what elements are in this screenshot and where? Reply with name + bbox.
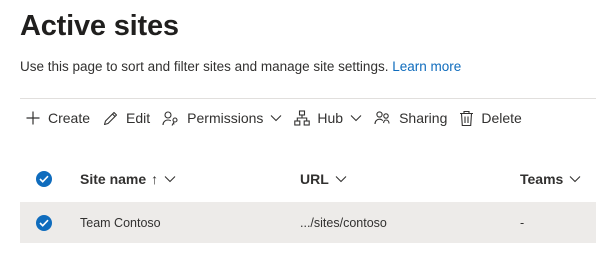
create-label: Create — [48, 110, 91, 126]
column-header-teams[interactable]: Teams — [520, 161, 581, 197]
delete-label: Delete — [481, 110, 522, 126]
chevron-down-icon — [350, 114, 362, 122]
plus-icon — [25, 110, 41, 126]
url-cell: .../sites/contoso — [300, 215, 387, 230]
trash-icon — [459, 110, 474, 127]
chevron-down-icon — [164, 175, 176, 183]
column-header-url[interactable]: URL — [300, 161, 347, 197]
url-header-label: URL — [300, 171, 329, 187]
select-all-checkbox[interactable] — [36, 171, 52, 187]
divider — [20, 98, 596, 99]
command-bar: Create Edit Permissions Hub Sharing Dele… — [20, 105, 528, 131]
chevron-down-icon — [270, 114, 282, 122]
chevron-down-icon — [569, 175, 581, 183]
site-name-cell[interactable]: Team Contoso — [80, 202, 161, 243]
description-text: Use this page to sort and filter sites a… — [20, 59, 389, 74]
delete-button[interactable]: Delete — [453, 105, 527, 131]
sort-ascending-icon: ↑ — [151, 171, 159, 187]
learn-more-link[interactable]: Learn more — [392, 59, 461, 74]
hub-icon — [294, 110, 311, 126]
hub-label: Hub — [317, 110, 344, 126]
checkmark-icon — [39, 219, 49, 227]
teams-header-label: Teams — [520, 171, 564, 187]
person-key-icon — [162, 110, 180, 127]
page-description: Use this page to sort and filter sites a… — [20, 59, 461, 74]
edit-button[interactable]: Edit — [96, 105, 156, 131]
column-header-site-name[interactable]: Site name ↑ — [80, 161, 176, 197]
create-button[interactable]: Create — [20, 105, 96, 131]
teams-cell: - — [520, 215, 525, 230]
chevron-down-icon — [335, 175, 347, 183]
table-row[interactable]: Team Contoso .../sites/contoso - — [20, 202, 596, 243]
table-header: Site name ↑ URL Teams — [20, 161, 596, 197]
sharing-button[interactable]: Sharing — [368, 105, 453, 131]
page-title: Active sites — [20, 10, 179, 42]
checkmark-icon — [39, 175, 49, 183]
hub-button[interactable]: Hub — [288, 105, 368, 131]
site-name-header-label: Site name — [80, 171, 147, 187]
people-share-icon — [374, 110, 392, 127]
permissions-label: Permissions — [187, 110, 264, 126]
active-sites-page: Active sites Use this page to sort and f… — [0, 0, 597, 265]
edit-label: Edit — [126, 110, 151, 126]
row-checkbox[interactable] — [36, 214, 52, 231]
sharing-label: Sharing — [399, 110, 448, 126]
pencil-icon — [102, 110, 119, 127]
permissions-button[interactable]: Permissions — [156, 105, 288, 131]
